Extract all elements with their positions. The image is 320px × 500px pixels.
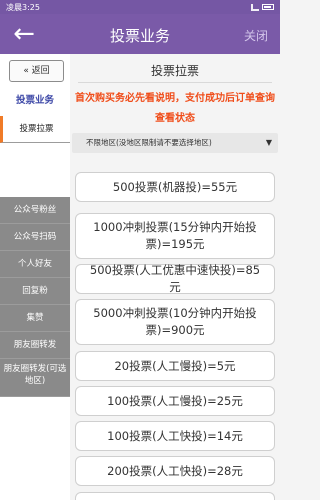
close-button[interactable]: 关闭 xyxy=(244,27,268,44)
section-divider xyxy=(78,82,272,83)
purchase-notice: 首次购买务必先看说明，支付成功后订单查询查看状态 xyxy=(75,93,275,124)
sidebar-item-likes[interactable]: 集赞 xyxy=(0,305,70,332)
sidebar-item-reply-fans[interactable]: 回复粉 xyxy=(0,278,70,305)
dropdown-caret-icon: ▼ xyxy=(265,138,272,147)
package-option[interactable]: 100投票(人工快投)=14元 xyxy=(75,421,275,451)
package-option[interactable]: 5000冲刺投票(10分钟内开始投票)=900元 xyxy=(75,299,275,345)
sidebar: « 返回 投票业务 投票拉票 公众号粉丝 公众号扫码 个人好友 回复粉 集赞 朋… xyxy=(0,54,70,500)
region-select-value: 不限地区(没地区限制请不要选择地区) xyxy=(86,138,212,147)
return-button[interactable]: « 返回 xyxy=(9,60,64,82)
sidebar-item-moments-share-region[interactable]: 朋友圈转发(可选地区) xyxy=(0,359,70,397)
sidebar-heading[interactable]: 投票业务 xyxy=(0,86,70,116)
package-option[interactable]: 1000冲刺投票(15分钟内开始投票)=195元 xyxy=(75,213,275,259)
package-option[interactable]: 20投票(人工慢投)=5元 xyxy=(75,351,275,381)
status-icons xyxy=(251,3,274,11)
status-time: 凌晨3:25 xyxy=(6,2,40,12)
region-select[interactable]: 不限地区(没地区限制请不要选择地区) ▼ xyxy=(72,133,278,153)
package-option[interactable]: 200投票(人工快投)=28元 xyxy=(75,456,275,486)
package-option[interactable]: 500投票(人工优惠中速快投)=85元 xyxy=(75,263,275,294)
status-bar: 凌晨3:25 xyxy=(0,0,280,14)
main-content: 投票拉票 首次购买务必先看说明，支付成功后订单查询查看状态 不限地区(没地区限制… xyxy=(70,54,280,500)
sidebar-item-official-scan[interactable]: 公众号扫码 xyxy=(0,224,70,251)
signal-icon xyxy=(251,3,259,11)
package-option[interactable]: 100投票(人工慢投)=25元 xyxy=(75,386,275,416)
package-option[interactable]: 1000投票(人工快投)=125元 xyxy=(75,492,275,500)
battery-icon xyxy=(262,4,274,10)
package-option[interactable]: 500投票(机器投)=55元 xyxy=(75,172,275,202)
sidebar-item-official-fans[interactable]: 公众号粉丝 xyxy=(0,197,70,224)
sidebar-item-vote-canvass[interactable]: 投票拉票 xyxy=(0,116,70,143)
section-title: 投票拉票 xyxy=(150,64,199,78)
app-header: ← 投票业务 关闭 xyxy=(0,14,280,54)
sidebar-item-moments-share[interactable]: 朋友圈转发 xyxy=(0,332,70,359)
page-title: 投票业务 xyxy=(109,27,170,45)
sidebar-item-personal-friends[interactable]: 个人好友 xyxy=(0,251,70,278)
